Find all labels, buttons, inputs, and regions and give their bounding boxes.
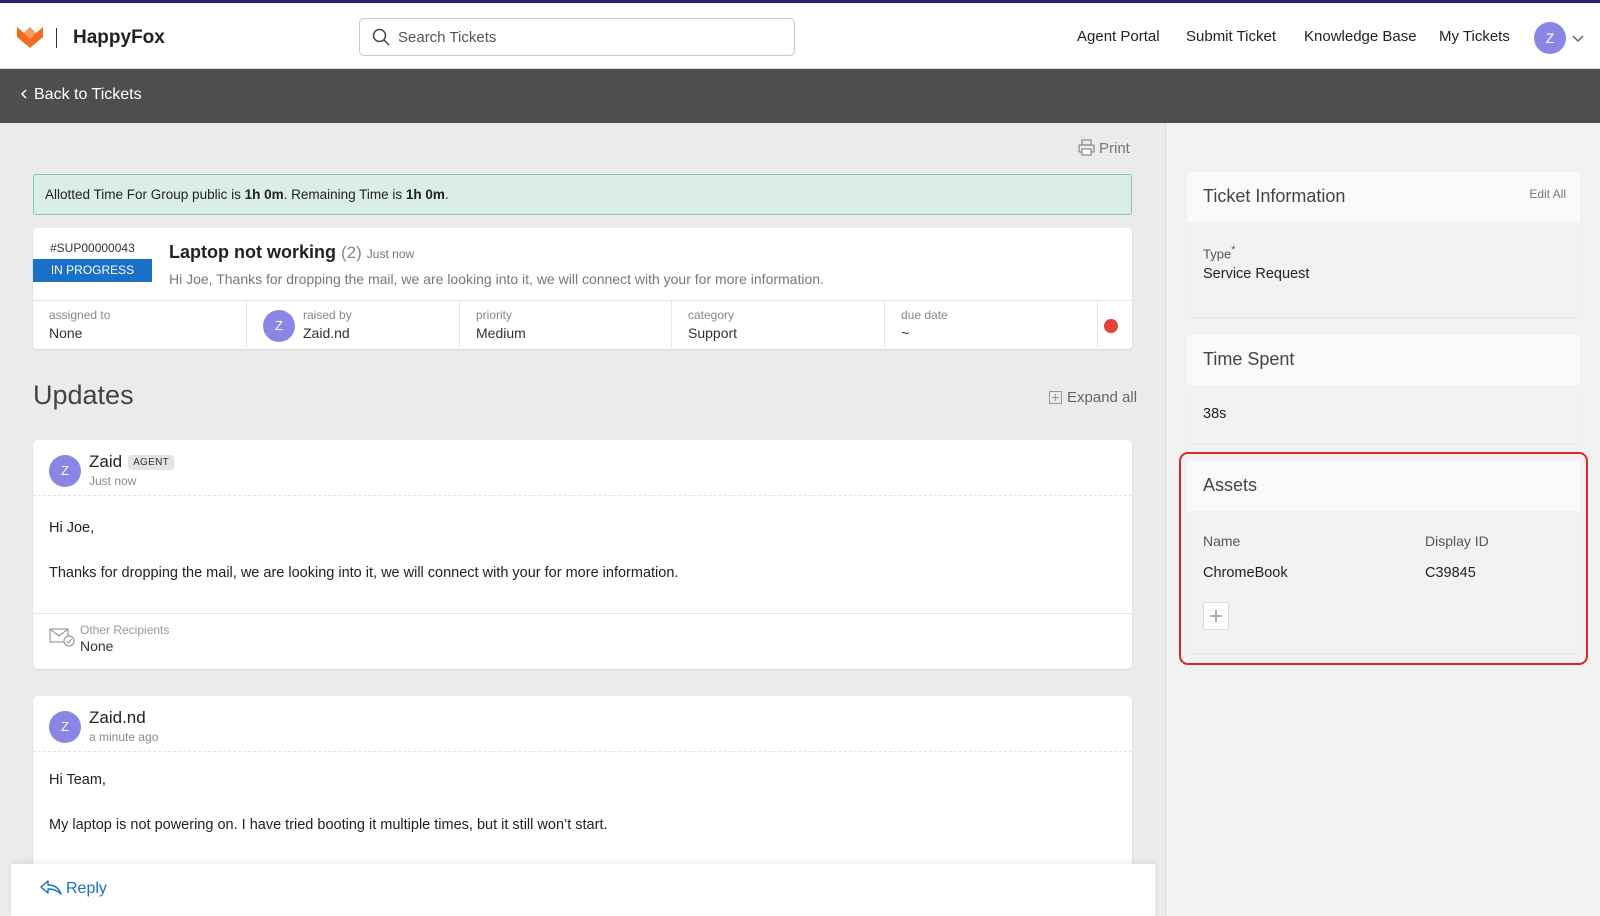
time-alert: Allotted Time For Group public is 1h 0m.… xyxy=(33,174,1132,215)
reply-bar: Reply xyxy=(11,864,1155,916)
happyfox-logo-icon[interactable] xyxy=(16,23,44,49)
reply-icon xyxy=(40,880,62,895)
printer-icon xyxy=(1078,139,1095,156)
back-bar: Back to Tickets xyxy=(0,69,1600,123)
search-input[interactable] xyxy=(398,23,778,51)
alert-prefix: Allotted Time For Group public is xyxy=(45,187,245,202)
user-avatar[interactable]: Z xyxy=(1534,22,1566,54)
ticket-snippet: Hi Joe, Thanks for dropping the mail, we… xyxy=(169,271,824,287)
card-header: Time Spent xyxy=(1187,335,1580,385)
ticket-title: Laptop not working (2) Just now xyxy=(169,242,414,263)
field-due-date[interactable]: due date ~ xyxy=(885,301,1098,350)
update-footer: Other Recipients None xyxy=(33,613,1132,654)
edit-all-link[interactable]: Edit All xyxy=(1529,187,1566,201)
assets-highlight-box xyxy=(1179,452,1588,665)
expand-all-label: Expand all xyxy=(1067,389,1138,406)
avatar: Z xyxy=(49,711,81,743)
back-to-tickets-link[interactable]: Back to Tickets xyxy=(20,86,142,104)
alert-remaining: 1h 0m xyxy=(405,187,445,202)
field-value: ~ xyxy=(901,325,910,341)
ticket-update-count: (2) xyxy=(341,243,362,262)
nav-submit-ticket[interactable]: Submit Ticket xyxy=(1186,28,1276,45)
type-label: Type* xyxy=(1203,244,1235,261)
card-title: Time Spent xyxy=(1203,349,1295,369)
field-label: due date xyxy=(901,308,948,322)
divider xyxy=(33,495,1132,496)
search-box[interactable] xyxy=(359,18,795,56)
type-value[interactable]: Service Request xyxy=(1203,266,1309,282)
logo-divider xyxy=(56,28,57,48)
field-priority[interactable]: priority Medium xyxy=(460,301,672,350)
update-body: My laptop is not powering on. I have tri… xyxy=(49,817,608,833)
update-greeting: Hi Joe, xyxy=(49,520,95,536)
card-title: Ticket Information xyxy=(1203,186,1346,206)
brand-name[interactable]: HappyFox xyxy=(73,27,165,49)
avatar: Z xyxy=(263,310,295,342)
chevron-down-icon[interactable] xyxy=(1572,33,1584,43)
alert-suffix: . xyxy=(444,187,449,202)
divider xyxy=(33,751,1132,752)
back-label: Back to Tickets xyxy=(34,86,142,103)
card-header: Ticket Information Edit All xyxy=(1187,172,1580,222)
expand-all-button[interactable]: Expand all xyxy=(1049,389,1137,406)
update-card: Z Zaid AGENT Just now Hi Joe, Thanks for … xyxy=(33,440,1132,669)
print-button[interactable]: Print xyxy=(1078,139,1130,157)
time-spent-card: Time Spent 38s xyxy=(1187,335,1580,443)
field-label: assigned to xyxy=(49,308,111,322)
field-label: priority xyxy=(476,308,513,322)
updates-title: Updates xyxy=(33,380,134,410)
expand-icon xyxy=(1049,391,1062,404)
search-icon xyxy=(372,28,390,46)
avatar: Z xyxy=(49,455,81,487)
reply-button[interactable]: Reply xyxy=(40,880,107,898)
ticket-information-card: Ticket Information Edit All Type* Servic… xyxy=(1187,172,1580,317)
status-indicator-dot xyxy=(1104,319,1118,333)
nav-agent-portal[interactable]: Agent Portal xyxy=(1077,28,1160,45)
agent-badge: AGENT xyxy=(128,455,175,470)
card-body: Type* Service Request xyxy=(1187,222,1580,317)
chevron-left-icon xyxy=(20,89,27,99)
update-body: Thanks for dropping the mail, we are loo… xyxy=(49,565,679,581)
ticket-summary-card: #SUP00000043 IN PROGRESS Laptop not work… xyxy=(33,228,1132,350)
update-time: a minute ago xyxy=(89,730,159,744)
alert-middle: . Remaining Time is xyxy=(283,187,406,202)
ticket-time: Just now xyxy=(366,247,415,261)
card-body: 38s xyxy=(1187,385,1580,443)
field-raised-by[interactable]: Z raised by Zaid.nd xyxy=(247,301,460,350)
field-value: Medium xyxy=(476,325,526,341)
ticket-fields: assigned to None Z raised by Zaid.nd pri… xyxy=(33,300,1132,350)
reply-label: Reply xyxy=(66,880,107,897)
top-header: HappyFox Agent Portal Submit Ticket Know… xyxy=(0,0,1600,69)
author-name: Zaid.nd xyxy=(89,708,146,727)
nav-knowledge-base[interactable]: Knowledge Base xyxy=(1304,28,1417,45)
field-value: Zaid.nd xyxy=(303,325,350,341)
mail-check-icon xyxy=(49,628,75,647)
type-label-text: Type xyxy=(1203,246,1232,262)
nav-my-tickets[interactable]: My Tickets xyxy=(1439,28,1510,45)
update-time: Just now xyxy=(89,474,137,488)
field-label: category xyxy=(688,308,735,322)
status-badge: IN PROGRESS xyxy=(33,259,152,282)
field-label: raised by xyxy=(303,308,352,322)
field-category[interactable]: category Support xyxy=(672,301,885,350)
required-mark: * xyxy=(1231,244,1236,256)
field-value: Support xyxy=(688,325,738,341)
field-value: None xyxy=(49,325,83,341)
update-author: Zaid AGENT xyxy=(89,452,175,472)
alert-allotted: 1h 0m xyxy=(244,187,284,202)
ticket-id: #SUP00000043 xyxy=(50,241,135,255)
recipients-value: None xyxy=(80,638,114,654)
update-greeting: Hi Team, xyxy=(49,772,106,788)
field-assigned-to[interactable]: assigned to None xyxy=(33,301,247,350)
recipients-label: Other Recipients xyxy=(80,623,170,637)
ticket-title-text: Laptop not working xyxy=(169,242,336,262)
time-spent-value: 38s xyxy=(1203,406,1227,422)
print-label: Print xyxy=(1099,140,1130,157)
author-name: Zaid xyxy=(89,452,123,471)
